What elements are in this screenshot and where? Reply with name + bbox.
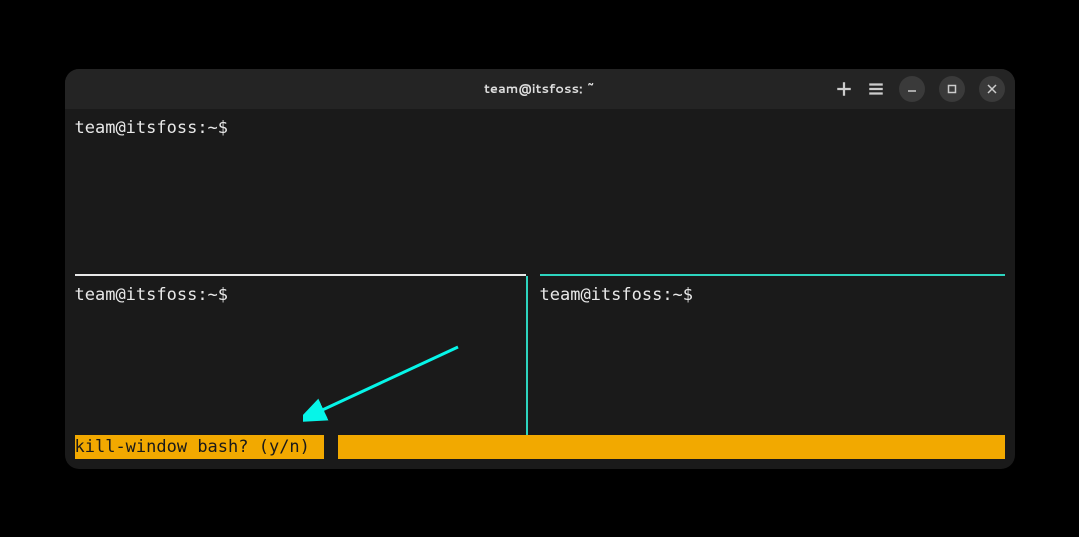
titlebar[interactable]: team@itsfoss: ~ [65,69,1015,109]
minimize-icon [907,84,917,94]
shell-prompt: team@itsfoss:~$ [75,117,1005,141]
terminal-window: team@itsfoss: ~ team@itsfoss:~$ [65,69,1015,469]
shell-prompt: team@itsfoss:~$ [75,284,526,308]
status-gap [324,435,338,459]
maximize-icon [947,84,957,94]
close-button[interactable] [979,76,1005,102]
tmux-command-prompt[interactable]: kill-window bash? (y/n) [75,435,325,459]
shell-prompt: team@itsfoss:~$ [540,284,1005,308]
new-tab-button[interactable] [835,80,853,98]
window-controls [835,76,1005,102]
hamburger-menu-button[interactable] [867,80,885,98]
tmux-pane-bottom-right[interactable]: team@itsfoss:~$ [528,276,1005,435]
minimize-button[interactable] [899,76,925,102]
window-title: team@itsfoss: ~ [484,80,595,98]
tmux-pane-bottom-left[interactable]: team@itsfoss:~$ [75,276,526,435]
status-bar-rest [338,435,1004,459]
plus-icon [835,80,853,98]
tmux-status-bar: kill-window bash? (y/n) [75,435,1005,459]
terminal-content: team@itsfoss:~$ team@itsfoss:~$ team@its… [65,109,1015,469]
hamburger-icon [867,80,885,98]
close-icon [987,84,997,94]
tmux-pane-top[interactable]: team@itsfoss:~$ [75,109,1005,274]
maximize-button[interactable] [939,76,965,102]
tmux-panes-bottom: team@itsfoss:~$ team@itsfoss:~$ [75,276,1005,435]
